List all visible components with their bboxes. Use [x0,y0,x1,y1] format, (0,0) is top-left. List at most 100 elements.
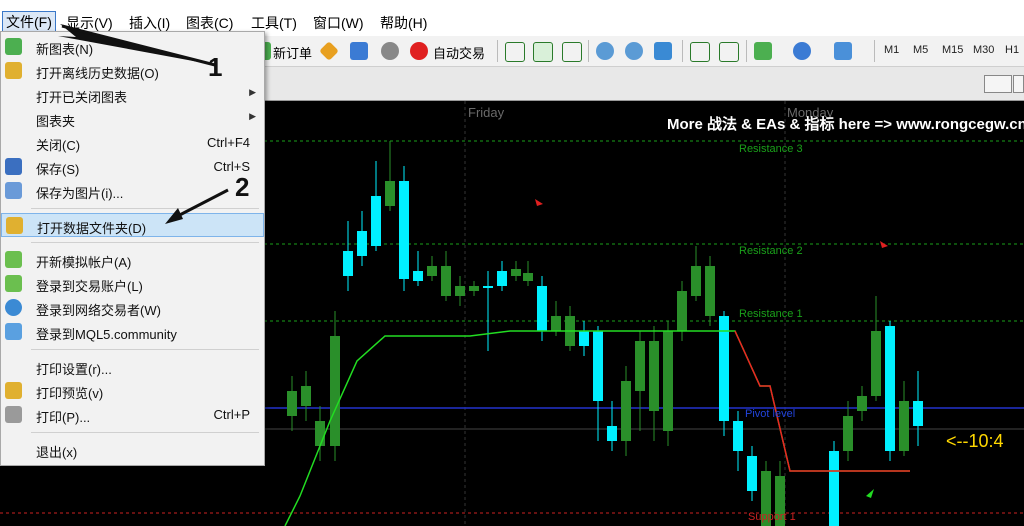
buy-arrow-icon [866,489,874,498]
menu-item-exit[interactable]: 退出(x) [1,438,264,462]
menu-item-label: 打开数据文件夹(D) [37,221,147,236]
menu-item-label: 图表夹 [36,114,76,129]
candle-body [829,451,839,526]
menu-item-new-chart[interactable]: 新图表(N) [1,35,264,59]
menu-item-print-preview[interactable]: 打印预览(v) [1,379,264,403]
timeframe-m30[interactable]: M30 [973,44,994,56]
menu-item-label: 打印预览(v) [36,386,104,401]
menu-item-open-demo-account[interactable]: 开新模拟帐户(A) [1,248,264,272]
toolbar-divider [682,40,683,62]
menu-chart[interactable]: 图表(C) [186,13,233,33]
menu-item-login-trade-account[interactable]: 登录到交易账户(L) [1,272,264,296]
candle-body [551,316,561,331]
picture-icon [5,182,22,199]
menu-item-print[interactable]: 打印(P)... Ctrl+P [1,403,264,427]
menu-help[interactable]: 帮助(H) [380,13,427,33]
menu-item-label: 开新模拟帐户(A) [36,255,132,270]
timeframe-m5[interactable]: M5 [913,44,928,56]
chart-shift-icon[interactable] [690,42,710,62]
indicators-icon[interactable] [754,42,772,60]
tile-windows-icon[interactable] [654,42,672,60]
auto-trade-button[interactable]: 自动交易 [433,43,485,62]
candle-body [899,401,909,451]
candle-body [593,331,603,401]
shortcut-text: Ctrl+F4 [207,135,250,150]
maximize-button[interactable] [1013,75,1024,93]
candle-body [385,181,395,206]
menu-item-save-as-picture[interactable]: 保存为图片(i)... [1,179,264,203]
menu-item-label: 打印设置(r)... [36,362,112,377]
menu-item-login-web-trader[interactable]: 登录到网络交易者(W) [1,296,264,320]
candle-body [663,331,673,431]
candle-body [441,266,451,296]
save-icon [5,158,22,175]
candle-body [483,286,493,288]
menu-item-close[interactable]: 关闭(C) Ctrl+F4 [1,131,264,155]
annotation-step-1: 1 [208,52,223,82]
zoom-in-icon[interactable] [596,42,614,60]
candle-body [705,266,715,316]
menu-item-label: 退出(x) [36,445,78,460]
candle-body [413,271,423,281]
promo-banner: More 战法 & EAs & 指标 here => www.rongcegw.… [667,116,1024,133]
line-chart-icon[interactable] [562,42,582,62]
metaeditor-icon[interactable] [319,41,339,61]
menu-window[interactable]: 窗口(W) [313,13,364,33]
menu-item-login-mql5[interactable]: 登录到MQL5.community [1,320,264,344]
timeframe-m1[interactable]: M1 [884,44,899,56]
signals-icon[interactable] [381,42,399,60]
timeframe-h1[interactable]: H1 [1005,44,1019,56]
menu-tools[interactable]: 工具(T) [251,13,297,33]
candle-body [649,341,659,411]
menu-item-save[interactable]: 保存(S) Ctrl+S [1,155,264,179]
resistance-2-label: Resistance 2 [739,245,803,257]
candle-body [497,271,507,286]
auto-trade-icon[interactable] [410,42,428,60]
menu-item-label: 关闭(C) [36,138,81,153]
menu-item-label: 保存为图片(i)... [36,186,124,201]
candle-body [691,266,701,296]
templates-icon[interactable] [834,42,852,60]
zoom-out-icon[interactable] [625,42,643,60]
menu-item-open-data-folder[interactable]: 打开数据文件夹(D) [1,213,264,237]
candle-body [455,286,465,296]
candle-body [677,291,687,331]
resistance-3-label: Resistance 3 [739,143,803,155]
menu-item-open-closed-chart[interactable]: 打开已关闭图表 ▶ [1,83,264,107]
submenu-arrow-icon: ▶ [249,111,256,121]
menu-file[interactable]: 文件(F) [2,11,56,33]
menu-item-label: 保存(S) [36,162,80,177]
file-menu-dropdown: 新图表(N) 打开离线历史数据(O) 打开已关闭图表 ▶ 图表夹 ▶ 关闭(C)… [0,31,265,466]
user-login-icon [5,275,22,292]
toolbar-divider [497,40,498,62]
candle-body [621,381,631,441]
title-bar [0,0,1024,8]
navigator-icon[interactable] [350,42,368,60]
folder-icon [5,62,22,79]
menu-item-label: 打印(P)... [36,410,91,425]
candle-body [579,331,589,346]
bar-chart-icon[interactable] [505,42,525,62]
menu-insert[interactable]: 插入(I) [129,13,170,33]
menu-view[interactable]: 显示(V) [66,13,113,33]
day-label-friday: Friday [468,105,505,120]
timeframe-m15[interactable]: M15 [942,44,963,56]
candle-body [733,421,743,451]
globe-icon [5,299,22,316]
candle-body [747,456,757,491]
menu-item-label: 登录到MQL5.community [36,327,177,342]
periods-icon[interactable] [793,42,811,60]
new-order-button[interactable]: 新订单 [273,43,312,62]
candlestick-icon[interactable] [533,42,553,62]
candle-body [315,421,325,446]
toolbar-divider [746,40,747,62]
autoscroll-icon[interactable] [719,42,739,62]
candle-body [523,273,533,281]
menu-item-print-setup[interactable]: 打印设置(r)... [1,355,264,379]
annotation-step-2: 2 [235,172,250,202]
menu-item-profiles[interactable]: 图表夹 ▶ [1,107,264,131]
menu-item-open-offline[interactable]: 打开离线历史数据(O) [1,59,264,83]
minimize-button[interactable] [984,75,1012,93]
printer-icon [5,406,22,423]
candle-body [301,386,311,406]
